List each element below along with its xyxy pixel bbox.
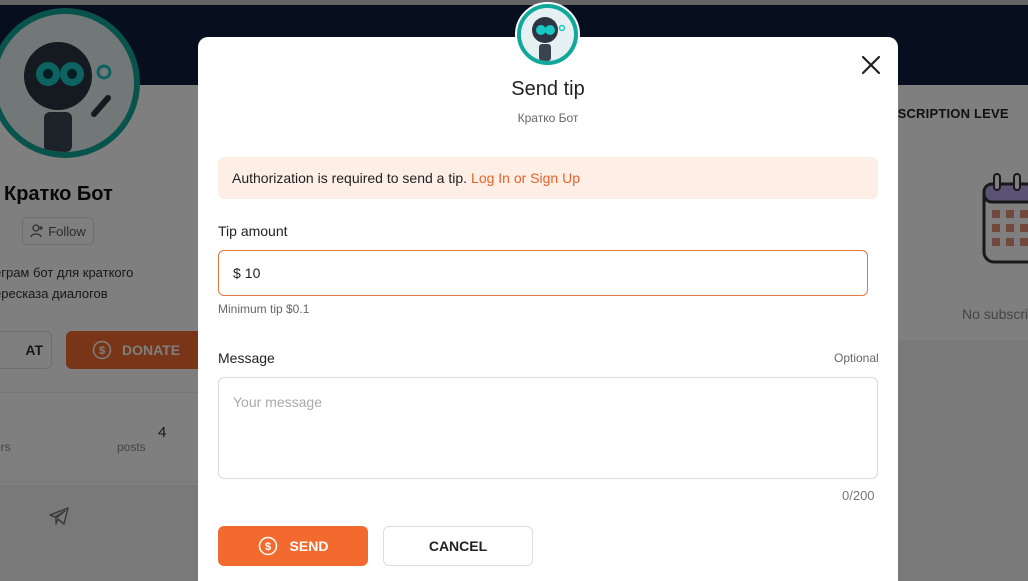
tip-amount-field[interactable]: $	[218, 250, 868, 296]
dollar-coin-icon: $	[258, 536, 277, 556]
modal-avatar	[515, 2, 580, 67]
modal-subtitle: Кратко Бот	[517, 111, 579, 125]
currency-symbol: $	[233, 265, 241, 281]
svg-text:$: $	[264, 541, 270, 553]
send-label: SEND	[289, 538, 329, 554]
send-button[interactable]: $ SEND	[218, 526, 368, 566]
tip-amount-input[interactable]	[244, 265, 805, 281]
message-label: Message	[218, 350, 275, 366]
auth-required-alert: Authorization is required to send a tip.…	[218, 157, 878, 199]
modal-title: Send tip	[511, 78, 585, 100]
character-counter: 0/200	[842, 488, 875, 503]
tip-amount-label: Tip amount	[218, 223, 288, 239]
robot-avatar-icon	[521, 8, 573, 61]
minimum-tip-hint: Minimum tip $0.1	[218, 302, 310, 316]
message-field[interactable]	[218, 377, 878, 479]
cancel-button[interactable]: CANCEL	[383, 526, 533, 566]
message-input[interactable]	[219, 378, 877, 478]
alert-text: Authorization is required to send a tip.	[232, 170, 468, 186]
login-signup-link[interactable]: Log In or Sign Up	[471, 170, 580, 186]
close-button[interactable]	[858, 52, 884, 78]
optional-label: Optional	[834, 351, 879, 365]
close-icon	[861, 55, 881, 75]
